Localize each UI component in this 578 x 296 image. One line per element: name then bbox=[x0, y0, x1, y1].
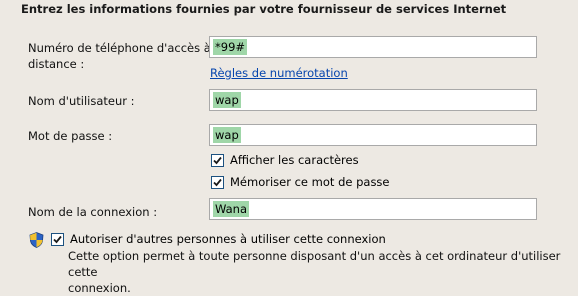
description-line2: connexion. bbox=[68, 281, 131, 295]
section-heading: Entrez les informations fournies par vot… bbox=[21, 2, 507, 16]
uac-shield-icon bbox=[29, 232, 44, 248]
phone-number-label-line2: distance : bbox=[28, 57, 85, 71]
share-connection-option[interactable]: Autoriser d'autres personnes à utiliser … bbox=[51, 231, 386, 247]
checkmark-icon bbox=[213, 178, 222, 186]
connection-name-label: Nom de la connexion : bbox=[28, 205, 158, 219]
show-characters-option[interactable]: Afficher les caractères bbox=[211, 152, 359, 168]
remember-password-checkbox[interactable] bbox=[211, 175, 224, 189]
share-connection-label: Autoriser d'autres personnes à utiliser … bbox=[70, 232, 386, 246]
password-input[interactable]: wap bbox=[209, 124, 537, 146]
phone-number-value: *99# bbox=[213, 39, 248, 55]
connection-name-input[interactable]: Wana bbox=[209, 198, 537, 220]
username-label: Nom d'utilisateur : bbox=[28, 94, 135, 108]
username-input[interactable]: wap bbox=[209, 89, 537, 111]
checkmark-icon bbox=[213, 156, 222, 164]
username-value: wap bbox=[213, 92, 241, 108]
dialing-rules-link[interactable]: Règles de numérotation bbox=[210, 66, 348, 80]
share-connection-description: Cette option permet à toute personne dis… bbox=[68, 248, 568, 296]
remember-password-option[interactable]: Mémoriser ce mot de passe bbox=[211, 174, 390, 190]
show-characters-label: Afficher les caractères bbox=[230, 153, 359, 167]
password-label: Mot de passe : bbox=[28, 129, 113, 143]
checkmark-icon bbox=[53, 235, 62, 243]
description-line1: Cette option permet à toute personne dis… bbox=[68, 249, 561, 279]
phone-number-label-line1: Numéro de téléphone d'accès à bbox=[28, 41, 211, 55]
share-connection-checkbox[interactable] bbox=[51, 232, 64, 246]
connection-name-value: Wana bbox=[213, 201, 250, 217]
phone-number-label: Numéro de téléphone d'accès à distance : bbox=[28, 40, 211, 72]
password-value: wap bbox=[213, 127, 241, 143]
remember-password-label: Mémoriser ce mot de passe bbox=[230, 175, 390, 189]
show-characters-checkbox[interactable] bbox=[211, 153, 224, 167]
phone-number-input[interactable]: *99# bbox=[209, 36, 537, 58]
